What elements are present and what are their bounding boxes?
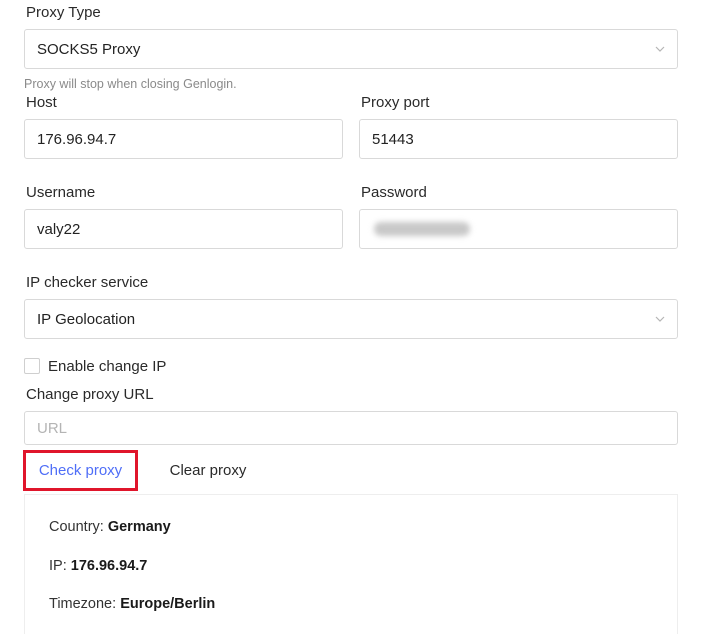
- port-label: Proxy port: [361, 94, 430, 111]
- proxy-hint: Proxy will stop when closing Genlogin.: [24, 77, 237, 91]
- enable-change-ip-label[interactable]: Enable change IP: [48, 358, 166, 375]
- username-input[interactable]: valy22: [24, 209, 343, 249]
- port-value: 51443: [372, 130, 414, 148]
- country-value: Germany: [107, 519, 171, 535]
- host-label: Host: [26, 94, 57, 111]
- proxy-type-select[interactable]: SOCKS5 Proxy: [24, 29, 678, 69]
- proxy-type-value: SOCKS5 Proxy: [37, 40, 141, 58]
- password-input[interactable]: [359, 209, 678, 249]
- timezone-value: Europe/Berlin: [120, 596, 216, 612]
- username-value: valy22: [37, 220, 81, 238]
- chevron-down-icon: [655, 46, 665, 52]
- result-timezone: Timezone: Europe/Berlin: [49, 596, 215, 612]
- host-value: 176.96.94.7: [37, 130, 117, 148]
- ip-checker-label: IP checker service: [26, 274, 149, 291]
- check-proxy-button[interactable]: Check proxy: [23, 450, 138, 491]
- password-label: Password: [361, 184, 427, 201]
- proxy-check-result-panel: Country: Germany IP: 176.96.94.7 Timezon…: [24, 494, 678, 634]
- change-proxy-url-placeholder: URL: [37, 419, 68, 437]
- ip-checker-value: IP Geolocation: [37, 310, 136, 328]
- timezone-label: Timezone:: [49, 596, 117, 612]
- host-input[interactable]: 176.96.94.7: [24, 119, 343, 159]
- country-label: Country:: [49, 519, 104, 535]
- result-country: Country: Germany: [49, 519, 171, 535]
- ip-value: 176.96.94.7: [70, 558, 148, 574]
- ip-label: IP:: [49, 558, 67, 574]
- password-masked-value: [374, 222, 470, 236]
- enable-change-ip-checkbox[interactable]: [24, 358, 40, 374]
- result-ip: IP: 176.96.94.7: [49, 558, 147, 574]
- chevron-down-icon: [655, 316, 665, 322]
- clear-proxy-button[interactable]: Clear proxy: [160, 451, 256, 489]
- change-proxy-url-input[interactable]: URL: [24, 411, 678, 445]
- change-proxy-url-label: Change proxy URL: [26, 386, 154, 403]
- port-input[interactable]: 51443: [359, 119, 678, 159]
- proxy-type-label: Proxy Type: [26, 4, 101, 21]
- username-label: Username: [26, 184, 96, 201]
- ip-checker-select[interactable]: IP Geolocation: [24, 299, 678, 339]
